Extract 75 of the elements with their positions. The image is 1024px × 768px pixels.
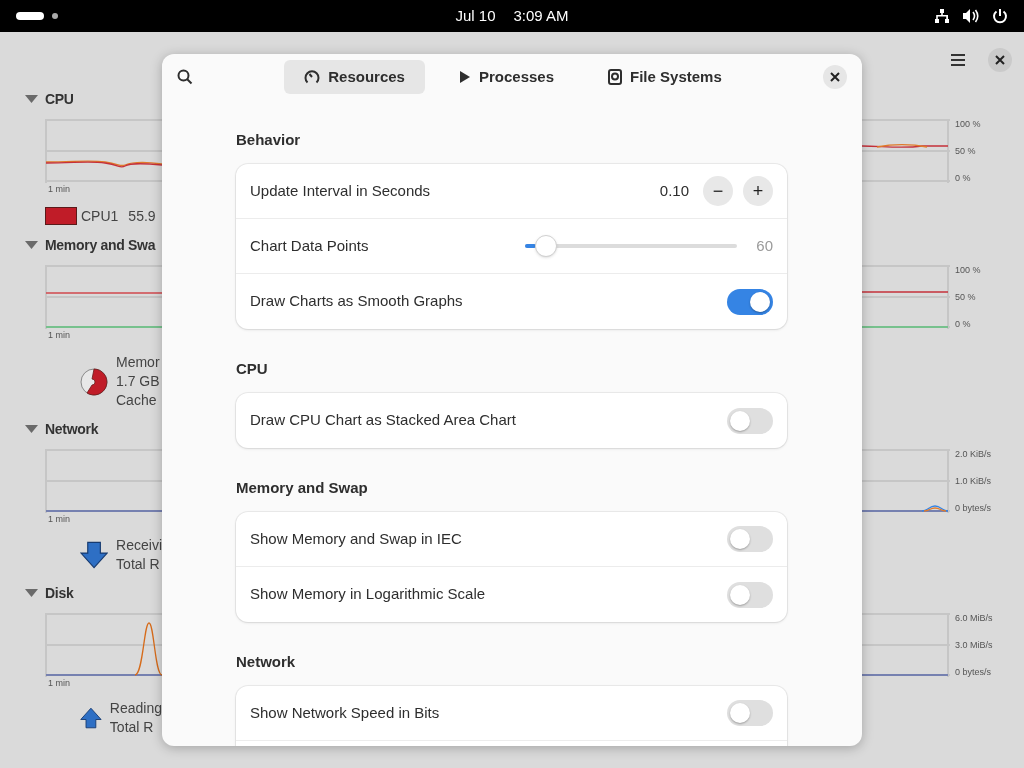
toggle-switch[interactable]: [727, 526, 773, 552]
time-label: 1 min: [48, 677, 70, 691]
toggle-switch[interactable]: [727, 581, 773, 608]
axis-label: 1.0 KiB/s: [955, 476, 992, 486]
stat-text: Total R: [116, 555, 161, 574]
setting-label: Update Interval in Seconds: [250, 180, 432, 201]
volume-icon[interactable]: [962, 8, 980, 24]
close-button[interactable]: [988, 47, 1012, 72]
stat-text: Memor: [116, 353, 160, 372]
stat-text: 1.7 GB: [116, 372, 160, 391]
power-icon[interactable]: [992, 8, 1008, 24]
axis-label: 0 %: [955, 173, 972, 183]
search-icon[interactable]: [177, 69, 193, 85]
tab[interactable]: Resources: [284, 60, 425, 94]
section-heading: CPU: [45, 89, 74, 109]
caret-icon[interactable]: [25, 95, 38, 103]
section-title: Behavior: [236, 129, 301, 150]
play-icon: [458, 70, 471, 84]
setting-label: Show Memory in Logarithmic Scale: [250, 584, 487, 605]
drive-icon: [608, 69, 623, 85]
tab[interactable]: Processes: [438, 60, 575, 94]
section-heading: Network: [45, 419, 99, 439]
decrease-button[interactable]: −: [703, 176, 733, 206]
section-heading: Disk: [45, 583, 74, 603]
toggle-switch[interactable]: [727, 407, 773, 434]
setting-label: Chart Data Points: [250, 235, 370, 256]
axis-label: 50 %: [955, 146, 977, 156]
axis-label: 3.0 MiB/s: [955, 640, 993, 650]
setting-label: Show Memory and Swap in IEC: [250, 528, 463, 549]
close-button[interactable]: [823, 65, 847, 89]
stat-text: Cache: [116, 391, 158, 410]
axis-label: 6.0 MiB/s: [955, 613, 993, 623]
setting-label: Draw Charts as Smooth Graphs: [250, 291, 464, 312]
tab[interactable]: File Systems: [588, 60, 742, 94]
down-arrow-icon: [80, 541, 109, 569]
close-icon: [830, 72, 840, 82]
toggle-switch[interactable]: [727, 700, 773, 726]
slider-value: 60: [755, 235, 773, 256]
color-swatch[interactable]: [45, 207, 77, 225]
caret-icon[interactable]: [25, 241, 38, 249]
setting-label: Show Network Speed in Bits: [250, 702, 441, 723]
interval-value: 0.10: [659, 180, 689, 201]
pie-icon: [80, 367, 108, 396]
axis-label: 100 %: [955, 265, 981, 275]
menu-icon[interactable]: [950, 52, 966, 67]
section-title: Network: [236, 651, 296, 672]
axis-label: 0 bytes/s: [955, 667, 993, 677]
time-label: 1 min: [48, 183, 70, 197]
stat-text: Reading: [109, 699, 162, 718]
clock[interactable]: 3:09 AM: [513, 4, 569, 28]
axis-label: 50 %: [955, 292, 977, 302]
workspace-indicator[interactable]: [16, 12, 44, 20]
gauge-icon: [304, 69, 321, 85]
time-label: 1 min: [48, 329, 70, 343]
cpu-label: CPU1: [81, 206, 119, 226]
network-icon[interactable]: [934, 8, 950, 24]
section-title: Memory and Swap: [236, 477, 368, 498]
stat-text: Receivi: [116, 536, 162, 555]
stat-text: Total R: [109, 718, 155, 737]
axis-label: 2.0 KiB/s: [955, 449, 992, 459]
close-icon: [995, 54, 1005, 65]
axis-label: 0 %: [955, 319, 972, 329]
axis-label: 0 bytes/s: [955, 503, 992, 513]
section-title: CPU: [236, 358, 268, 379]
time-label: 1 min: [48, 513, 70, 527]
axis-label: 100 %: [955, 119, 981, 129]
caret-icon[interactable]: [25, 425, 38, 433]
caret-icon[interactable]: [25, 589, 38, 597]
slider[interactable]: [525, 235, 737, 257]
cpu-usage: 55.9: [128, 206, 156, 226]
date[interactable]: Jul 10: [455, 4, 496, 28]
toggle-switch[interactable]: [727, 288, 773, 315]
section-heading: Memory and Swa: [45, 235, 156, 255]
setting-label: Draw CPU Chart as Stacked Area Chart: [250, 410, 517, 431]
increase-button[interactable]: +: [743, 176, 773, 206]
